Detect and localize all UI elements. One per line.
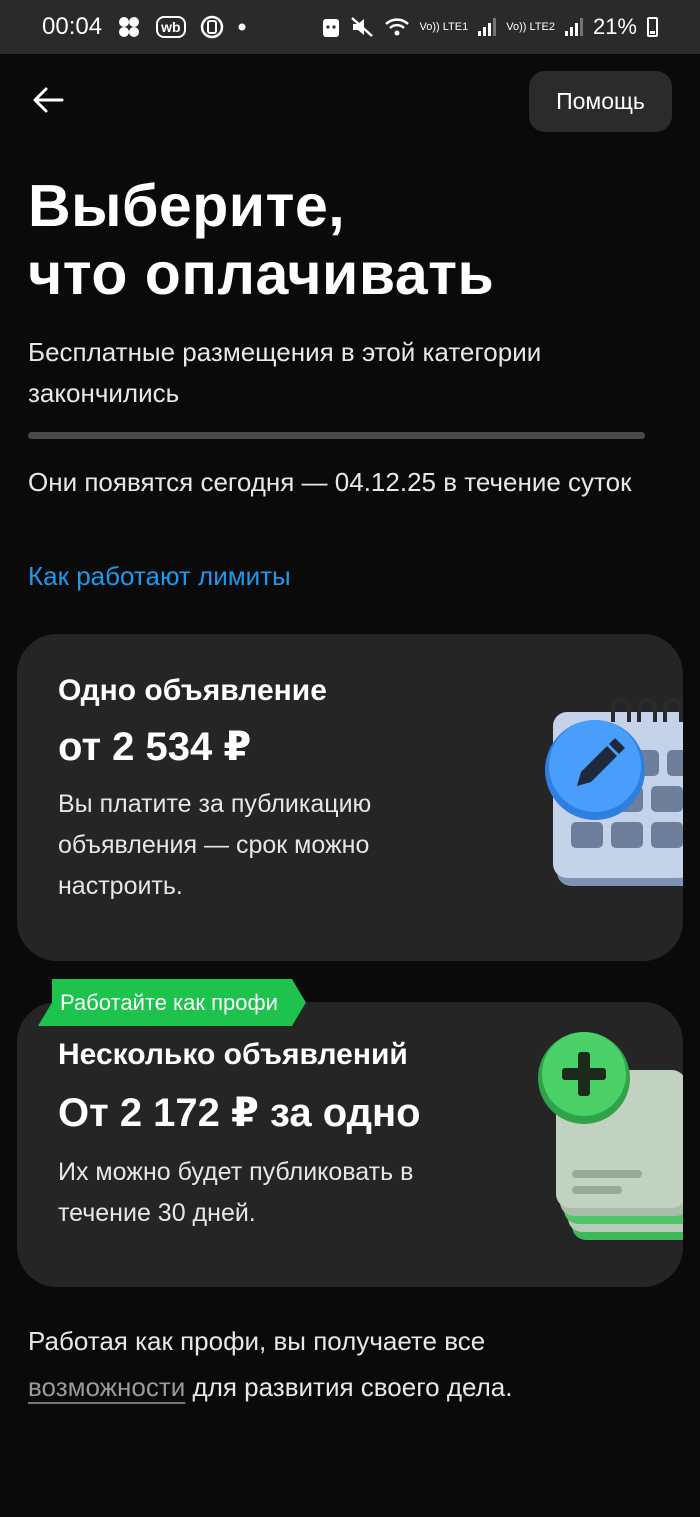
sync-icon [200,15,224,39]
signal-icon [564,18,583,36]
stack-add-icon [538,1030,683,1250]
community-icon [116,16,142,38]
card-price: От 2 172 ₽ за одно [58,1091,421,1135]
lte1-label: Vo)) LTE1 [419,20,469,33]
card-description: Их можно будет публиковать в течение 30 … [58,1158,414,1227]
page-title: Выберите, что оплачивать [28,172,668,308]
title-line-1: Выберите, [28,173,346,239]
arrow-left-icon [33,87,64,113]
card-price: от 2 534 ₽ [58,725,252,769]
renewal-info: Они появятся сегодня — 04.12.25 в течени… [28,467,632,497]
android-icon [322,16,340,38]
card-title: Несколько объявлений [58,1038,408,1071]
signal-icon [478,18,497,36]
pro-badge: Работайте как профи [38,979,306,1026]
footer-text: Работая как профи, вы получаете все возмо… [28,1318,668,1410]
limit-progress-bar [28,432,645,439]
footer-text-after: для развития своего дела. [185,1372,513,1402]
card-description: Вы платите за публикацию объявления — ср… [58,790,372,900]
card-title: Одно объявление [58,674,327,707]
single-listing-card[interactable]: Одно объявление от 2 534 ₽ Вы платите за… [17,634,683,961]
mute-vibrate-icon [350,16,374,38]
how-limits-work-link[interactable]: Как работают лимиты [28,556,291,596]
dot-icon [238,23,246,31]
lte2-label: Vo)) LTE2 [506,20,555,33]
wifi-icon [384,17,410,37]
back-button[interactable] [28,80,68,120]
wb-icon: wb [156,16,186,38]
opportunities-link[interactable]: возможности [28,1372,185,1402]
footer-text-before: Работая как профи, вы получаете все [28,1326,486,1356]
title-line-2: что оплачивать [28,241,495,307]
help-button[interactable]: Помощь [529,71,672,132]
battery-percent: 21% [592,14,637,39]
page-subtitle: Бесплатные размещения в этой категории з… [28,337,542,408]
status-bar: 00:04 wb Vo)) LTE1 Vo)) LTE2 21% [0,0,700,54]
multiple-listings-card[interactable]: Несколько объявлений От 2 172 ₽ за одно … [17,1002,683,1287]
calendar-edit-icon [543,694,683,899]
clock: 00:04 [42,13,103,40]
battery-icon [647,17,658,37]
